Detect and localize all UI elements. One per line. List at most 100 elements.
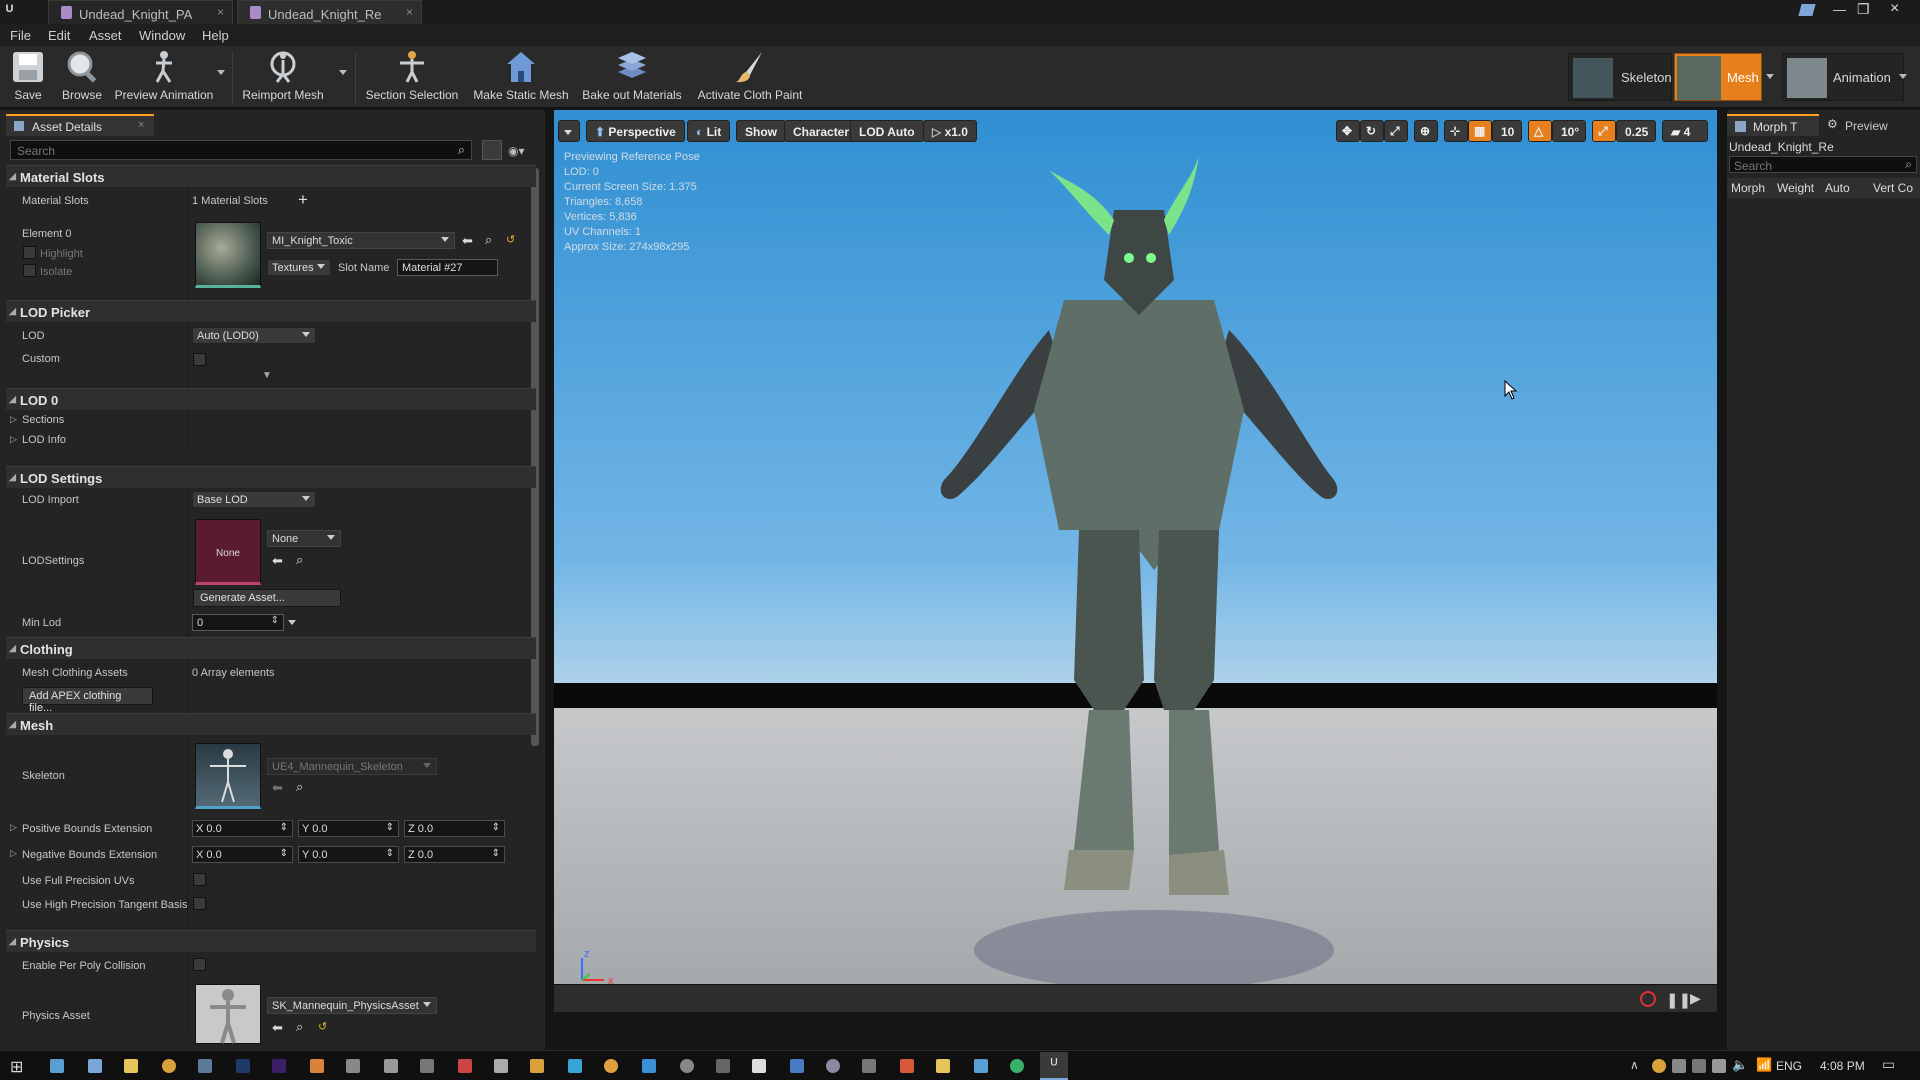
lod-settings-thumbnail[interactable]: None	[195, 519, 261, 585]
calculator-icon[interactable]	[494, 1059, 508, 1073]
section-lod-settings[interactable]: ◢ LOD Settings	[6, 466, 536, 488]
reimport-dropdown-icon[interactable]	[339, 70, 347, 75]
spin-arrows-icon[interactable]: ⇕	[280, 848, 288, 859]
browser-icon[interactable]	[604, 1059, 618, 1073]
taskbar-app-icon[interactable]	[680, 1059, 694, 1073]
expand-arrow-icon[interactable]: ▷	[10, 848, 17, 859]
taskbar-app-icon[interactable]	[88, 1059, 102, 1073]
tray-app-icon[interactable]	[1692, 1059, 1706, 1073]
skeleton-mode-button[interactable]: Skeleton	[1568, 53, 1672, 101]
taskbar-app-icon[interactable]	[716, 1059, 730, 1073]
generate-asset-button[interactable]: Generate Asset...	[193, 589, 341, 607]
close-tab-icon[interactable]: ×	[217, 5, 224, 19]
spin-arrows-icon[interactable]: ⇕	[492, 822, 500, 833]
custom-checkbox[interactable]	[193, 353, 206, 366]
col-weight[interactable]: Weight	[1777, 181, 1814, 195]
taskbar-app-icon[interactable]	[458, 1059, 472, 1073]
negative-bounds-x[interactable]: X 0.0 ⇕	[192, 846, 293, 863]
taskbar-app-icon[interactable]	[900, 1059, 914, 1073]
tab-preview-settings[interactable]: ⚙ Preview	[1821, 116, 1917, 136]
character-button[interactable]: Character	[784, 120, 859, 142]
browse-magnifier-icon[interactable]: ⌕	[296, 552, 303, 568]
mesh-mode-dropdown-icon[interactable]	[1766, 74, 1774, 79]
language-indicator[interactable]: ENG	[1776, 1059, 1802, 1073]
menu-edit[interactable]: Edit	[48, 28, 70, 43]
activate-cloth-paint-button[interactable]: Activate Cloth Paint	[694, 48, 806, 106]
spin-arrows-icon[interactable]: ⇕	[280, 822, 288, 833]
section-mesh[interactable]: ◢ Mesh	[6, 713, 536, 735]
add-apex-clothing-button[interactable]: Add APEX clothing file...	[22, 687, 153, 714]
morph-search-input[interactable]: Search ⌕	[1729, 156, 1917, 173]
col-auto[interactable]: Auto	[1825, 181, 1850, 195]
taskbar-app-icon[interactable]	[384, 1059, 398, 1073]
x-app-icon[interactable]	[752, 1059, 766, 1073]
scale-mode-icon[interactable]: ⤢	[1384, 120, 1408, 142]
lod-auto-button[interactable]: LOD Auto	[850, 120, 924, 142]
rotate-mode-icon[interactable]: ↻	[1360, 120, 1384, 142]
use-selected-arrow-icon[interactable]: ⬅	[272, 1020, 283, 1036]
lit-button[interactable]: ◐ Lit	[687, 120, 731, 142]
material-thumbnail[interactable]	[195, 222, 261, 288]
negative-bounds-z[interactable]: Z 0.0 ⇕	[404, 846, 505, 863]
view-options-list-icon[interactable]	[482, 140, 502, 160]
taskbar-app-icon[interactable]	[936, 1059, 950, 1073]
taskbar-app-icon[interactable]	[790, 1059, 804, 1073]
expand-arrow-icon[interactable]: ▷	[10, 434, 17, 445]
tray-app-icon[interactable]	[1672, 1059, 1686, 1073]
sections-row[interactable]: Sections	[22, 414, 64, 426]
volume-icon[interactable]: 🔈	[1732, 1057, 1748, 1073]
physics-asset-dropdown[interactable]: SK_Mannequin_PhysicsAsset	[267, 997, 437, 1014]
section-physics[interactable]: ◢ Physics	[6, 930, 536, 952]
scale-snap-icon[interactable]: ⤢	[1592, 120, 1616, 142]
taskbar-app-icon[interactable]	[310, 1059, 324, 1073]
tray-app-icon[interactable]	[1712, 1059, 1726, 1073]
grid-snap-icon[interactable]: ▦	[1468, 120, 1492, 142]
col-vert-count[interactable]: Vert Co	[1873, 181, 1913, 195]
reset-to-default-icon[interactable]: ↺	[318, 1020, 327, 1033]
photoshop-icon[interactable]	[236, 1059, 250, 1073]
full-precision-uvs-checkbox[interactable]	[193, 873, 206, 886]
section-material-slots[interactable]: ◢ Material Slots	[6, 165, 536, 187]
preview-animation-button[interactable]: Preview Animation	[112, 48, 216, 106]
tab-morph-target[interactable]: Morph T	[1727, 114, 1819, 136]
scale-snap-value[interactable]: 0.25	[1616, 120, 1656, 142]
restore-button[interactable]: ❐	[1857, 1, 1870, 18]
section-selection-button[interactable]: Section Selection	[365, 48, 459, 106]
taskbar-app-icon[interactable]	[862, 1059, 876, 1073]
camera-speed-button[interactable]: ▰ 4	[1662, 120, 1708, 142]
per-poly-collision-checkbox[interactable]	[193, 958, 206, 971]
mesh-mode-button[interactable]: Mesh	[1674, 53, 1762, 101]
translate-mode-icon[interactable]: ✥	[1336, 120, 1360, 142]
save-button[interactable]: Save	[6, 48, 50, 106]
tab-undead-knight-pa[interactable]: Undead_Knight_PA ×	[48, 0, 233, 24]
unreal-logo-icon[interactable]: ᵁ	[6, 3, 13, 21]
menu-window[interactable]: Window	[139, 28, 185, 43]
minimize-button[interactable]: —	[1833, 2, 1846, 17]
taskbar-app-icon[interactable]	[1010, 1059, 1024, 1073]
pause-button[interactable]: ❚❚	[1666, 991, 1691, 1009]
high-precision-tangent-checkbox[interactable]	[193, 897, 206, 910]
bake-out-materials-button[interactable]: Bake out Materials	[580, 48, 684, 106]
menu-file[interactable]: File	[10, 28, 31, 43]
min-lod-input[interactable]: 0 ⇕	[192, 614, 284, 631]
spin-arrows-icon[interactable]: ⇕	[386, 848, 394, 859]
tab-undead-knight-re[interactable]: Undead_Knight_Re ×	[237, 0, 422, 24]
surface-snap-icon[interactable]: ⊹	[1444, 120, 1468, 142]
material-dropdown[interactable]: MI_Knight_Toxic	[267, 232, 455, 249]
reset-to-default-icon[interactable]: ↺	[506, 233, 515, 246]
use-selected-arrow-icon[interactable]: ⬅	[462, 233, 473, 249]
notification-icon[interactable]: ▭	[1882, 1056, 1895, 1073]
close-tab-icon[interactable]: ×	[406, 5, 413, 19]
use-selected-arrow-icon[interactable]: ⬅	[272, 553, 283, 569]
rotation-snap-icon[interactable]: △	[1528, 120, 1552, 142]
lod-settings-dropdown[interactable]: None	[267, 530, 341, 547]
browse-magnifier-icon[interactable]: ⌕	[296, 1019, 303, 1035]
physics-asset-thumbnail[interactable]	[195, 984, 261, 1044]
perspective-button[interactable]: ⬆ Perspective	[586, 120, 685, 142]
folder-icon[interactable]	[124, 1059, 138, 1073]
clock[interactable]: 4:08 PM	[1820, 1059, 1865, 1073]
browse-button[interactable]: Browse	[57, 48, 107, 106]
taskbar-app-icon[interactable]	[642, 1059, 656, 1073]
lod-info-row[interactable]: LOD Info	[22, 434, 66, 446]
animation-mode-button[interactable]: Animation	[1782, 53, 1904, 101]
